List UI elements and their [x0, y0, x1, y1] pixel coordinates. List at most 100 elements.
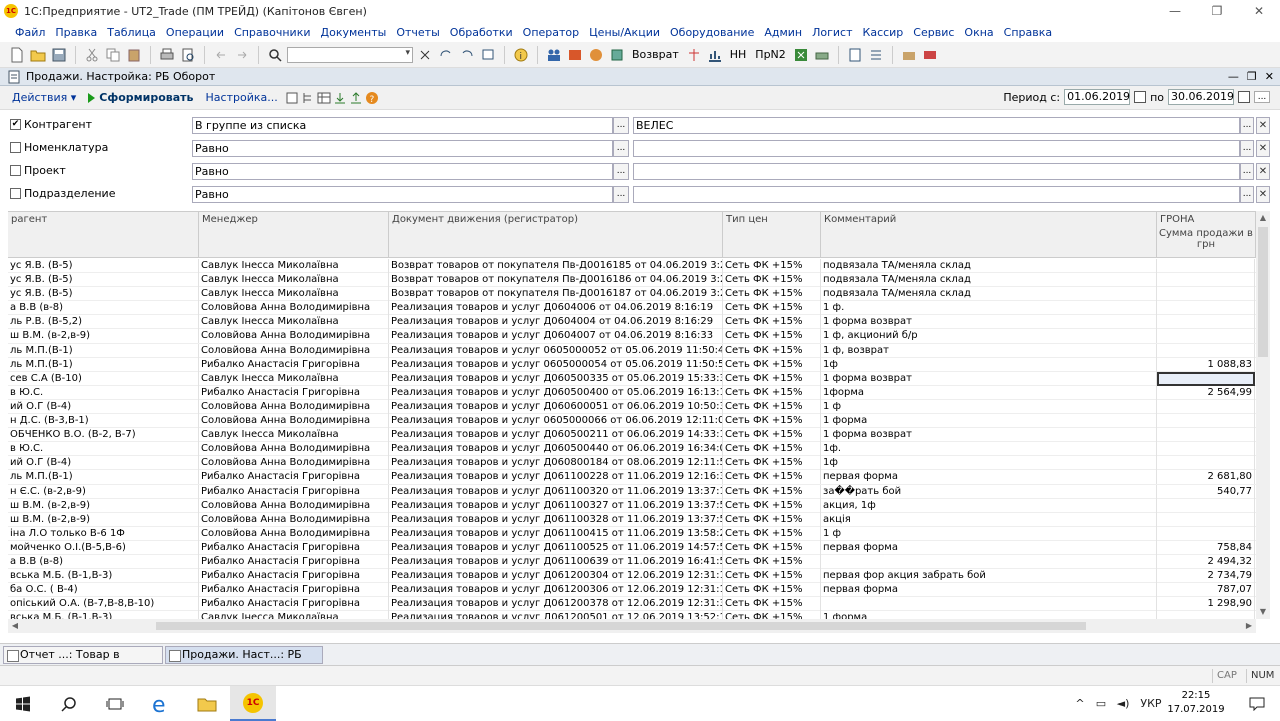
file-explorer-icon[interactable] — [184, 686, 230, 721]
table-row[interactable]: іна Л.О только В-6 1Ф Соловйова Анна Воло… — [8, 526, 1256, 541]
excel-icon[interactable] — [792, 46, 810, 64]
cell-manager[interactable]: Соловйова Анна Володимирівна — [199, 399, 389, 414]
cell-sales-sum[interactable] — [1157, 526, 1255, 541]
cell-document[interactable]: Реализация товаров и услуг Д061200306 от… — [389, 583, 723, 598]
menu-windows[interactable]: Окна — [959, 26, 998, 39]
documents-icon[interactable] — [566, 46, 584, 64]
column-header-manager[interactable]: Менеджер — [199, 212, 389, 258]
cell-counterparty[interactable]: в Ю.С. — [8, 385, 199, 400]
cell-comment[interactable]: 1 форма возврат — [821, 315, 1157, 330]
save-settings-icon[interactable] — [284, 90, 300, 106]
filter-checkbox[interactable]: ✔ — [10, 119, 21, 130]
cell-price-type[interactable]: Сеть ФК +15% — [723, 456, 821, 471]
close-button[interactable]: ✕ — [1238, 0, 1280, 22]
menu-service[interactable]: Сервис — [908, 26, 959, 39]
cell-sales-sum[interactable]: 2 734,79 — [1157, 569, 1255, 584]
table-row[interactable]: ОБЧЕНКО В.О. (В-2, В-7) Савлук Інесса Мик… — [8, 428, 1256, 443]
cell-sales-sum[interactable] — [1157, 371, 1255, 386]
window-icon[interactable] — [479, 46, 497, 64]
table-row[interactable]: н Є.С. (в-2,в-9) Рибалко Анастасія Григор… — [8, 484, 1256, 499]
horizontal-scroll-thumb[interactable] — [156, 622, 1086, 630]
cell-counterparty[interactable]: в Ю.С. — [8, 442, 199, 457]
filter-condition-field[interactable]: Равно — [192, 140, 613, 157]
cell-sales-sum[interactable] — [1157, 442, 1255, 457]
cell-sales-sum[interactable] — [1157, 512, 1255, 527]
clear-search-icon[interactable] — [416, 46, 434, 64]
folder-run-icon[interactable] — [900, 46, 918, 64]
cell-comment[interactable]: 1 форма возврат — [821, 428, 1157, 443]
menu-table[interactable]: Таблица — [102, 26, 161, 39]
cell-price-type[interactable]: Сеть ФК +15% — [723, 357, 821, 372]
cell-counterparty[interactable]: ус Я.В. (В-5) — [8, 287, 199, 302]
table-row[interactable]: ус Я.В. (В-5) Савлук Інесса Миколаївна Воз… — [8, 259, 1256, 274]
filter-checkbox[interactable] — [10, 142, 21, 153]
cell-price-type[interactable]: Сеть ФК +15% — [723, 554, 821, 569]
cell-sales-sum[interactable]: 2 494,32 — [1157, 554, 1255, 569]
table-row[interactable]: ш В.М. (в-2,в-9) Соловйова Анна Володимир… — [8, 329, 1256, 344]
table-row[interactable]: а В.В (в-8) Соловйова Анна Володимирівна Р… — [8, 301, 1256, 316]
edge-browser-icon[interactable]: e — [138, 686, 184, 721]
cell-sales-sum[interactable]: 2 564,99 — [1157, 385, 1255, 400]
column-header-document[interactable]: Документ движения (регистратор) — [389, 212, 723, 258]
scroll-thumb[interactable] — [1258, 227, 1268, 357]
filter-value-field[interactable] — [633, 163, 1240, 180]
cell-comment[interactable]: акція — [821, 512, 1157, 527]
cell-counterparty[interactable]: ль Р.В. (В-5,2) — [8, 315, 199, 330]
tree-icon[interactable] — [300, 90, 316, 106]
cell-price-type[interactable]: Сеть ФК +15% — [723, 512, 821, 527]
cell-counterparty[interactable]: ий О.Г (В-4) — [8, 399, 199, 414]
column-header-price-type[interactable]: Тип цен — [723, 212, 821, 258]
cell-price-type[interactable]: Сеть ФК +15% — [723, 526, 821, 541]
cell-price-type[interactable]: Сеть ФК +15% — [723, 315, 821, 330]
cell-sales-sum[interactable] — [1157, 611, 1255, 619]
cell-price-type[interactable]: Сеть ФК +15% — [723, 273, 821, 288]
settings-icon[interactable] — [921, 46, 939, 64]
cell-price-type[interactable]: Сеть ФК +15% — [723, 301, 821, 316]
cell-counterparty[interactable]: ш В.М. (в-2,в-9) — [8, 512, 199, 527]
copy-icon[interactable] — [104, 46, 122, 64]
cell-counterparty[interactable]: а В.В (в-8) — [8, 554, 199, 569]
filter-condition-field[interactable]: В группе из списка — [192, 117, 613, 134]
cell-comment[interactable]: 1форма — [821, 385, 1157, 400]
table-row[interactable]: ус Я.В. (В-5) Савлук Інесса Миколаївна Воз… — [8, 273, 1256, 288]
scroll-right-icon[interactable]: ▶ — [1242, 619, 1256, 633]
cell-counterparty[interactable]: ль М.П.(В-1) — [8, 343, 199, 358]
cell-document[interactable]: Реализация товаров и услуг Д061200501 от… — [389, 611, 723, 619]
vertical-scrollbar[interactable]: ▲ ▼ — [1256, 211, 1270, 619]
cell-price-type[interactable]: Сеть ФК +15% — [723, 611, 821, 619]
table-row[interactable]: н Д.С. (В-3,В-1) Соловйова Анна Володимир… — [8, 414, 1256, 429]
cell-price-type[interactable]: Сеть ФК +15% — [723, 498, 821, 513]
exchange-icon[interactable] — [587, 46, 605, 64]
cell-document[interactable]: Реализация товаров и услуг Д060800184 от… — [389, 456, 723, 471]
cell-manager[interactable]: Рибалко Анастасія Григорівна — [199, 597, 389, 612]
table-row[interactable]: ий О.Г (В-4) Соловйова Анна Володимирівна… — [8, 399, 1256, 415]
cell-sales-sum[interactable] — [1157, 456, 1255, 471]
menu-operations[interactable]: Операции — [161, 26, 229, 39]
table-row[interactable]: ш В.М. (в-2,в-9) Соловйова Анна Володимир… — [8, 512, 1256, 527]
cell-price-type[interactable]: Сеть ФК +15% — [723, 470, 821, 485]
cell-price-type[interactable]: Сеть ФК +15% — [723, 385, 821, 400]
return-button[interactable]: Возврат — [629, 48, 682, 61]
undo-icon[interactable] — [212, 46, 230, 64]
cell-document[interactable]: Возврат товаров от покупателя Пв-Д001618… — [389, 273, 723, 288]
cell-sales-sum[interactable] — [1157, 329, 1255, 344]
cell-document[interactable]: Реализация товаров и услуг Д061100639 от… — [389, 554, 723, 569]
cell-manager[interactable]: Савлук Інесса Миколаївна — [199, 428, 389, 443]
table-row[interactable]: ба О.С. ( В-4) Рибалко Анастасія Григорів… — [8, 583, 1256, 598]
condition-select-button[interactable]: ... — [613, 163, 629, 180]
table-row[interactable]: мойченко О.І.(В-5,В-6) Рибалко Анастасія … — [8, 540, 1256, 555]
cell-sales-sum[interactable] — [1157, 259, 1255, 273]
find-prev-icon[interactable] — [458, 46, 476, 64]
cell-price-type[interactable]: Сеть ФК +15% — [723, 259, 821, 273]
cell-sales-sum[interactable] — [1157, 498, 1255, 513]
cell-comment[interactable]: 1 форма — [821, 611, 1157, 619]
volume-icon[interactable]: ◄) — [1112, 697, 1134, 710]
cell-sales-sum[interactable]: 540,77 — [1157, 484, 1255, 499]
cell-sales-sum[interactable] — [1157, 399, 1255, 414]
cell-manager[interactable]: Рибалко Анастасія Григорівна — [199, 484, 389, 499]
menu-cashier[interactable]: Кассир — [858, 26, 909, 39]
cell-document[interactable]: Возврат товаров от покупателя Пв-Д001618… — [389, 287, 723, 302]
table-row[interactable]: а В.В (в-8) Рибалко Анастасія Григорівна Р… — [8, 554, 1256, 570]
cell-counterparty[interactable]: ш В.М. (в-2,в-9) — [8, 498, 199, 513]
cell-manager[interactable]: Соловйова Анна Володимирівна — [199, 498, 389, 513]
